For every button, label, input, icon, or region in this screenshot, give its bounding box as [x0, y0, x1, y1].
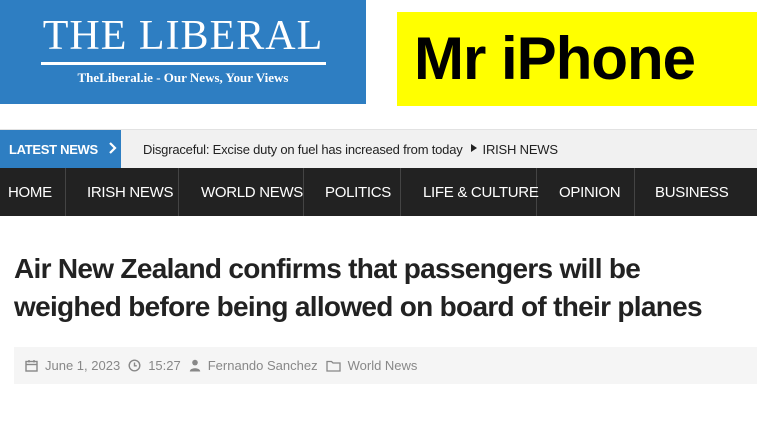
article-date[interactable]: June 1, 2023 [45, 358, 120, 373]
logo-title: THE LIBERAL [42, 13, 324, 59]
latest-news-label[interactable]: LATEST NEWS [0, 130, 121, 168]
folder-icon [325, 360, 341, 372]
nav-item-world-news[interactable]: WORLD NEWS [179, 168, 304, 216]
logo-tagline: TheLiberal.ie - Our News, Your Views [77, 70, 289, 85]
caret-right-icon [470, 144, 477, 154]
ad-text: Mr iPhone [414, 25, 696, 92]
chevron-right-icon [108, 141, 117, 157]
latest-news-label-text: LATEST NEWS [9, 141, 98, 157]
article-meta: June 1, 2023 15:27 Fernando Sanchez Worl… [14, 347, 757, 384]
nav-item-politics[interactable]: POLITICS [304, 168, 401, 216]
nav-item-home[interactable]: HOME [0, 168, 66, 216]
calendar-icon [25, 359, 38, 372]
article-category[interactable]: World News [348, 358, 418, 373]
site-logo[interactable]: THE LIBERAL TheLiberal.ie - Our News, Yo… [0, 0, 366, 104]
main-nav: HOME IRISH NEWS WORLD NEWS POLITICS LIFE… [0, 168, 757, 216]
article-time: 15:27 [148, 358, 181, 373]
logo-divider [40, 62, 326, 65]
nav-item-opinion[interactable]: OPINION [537, 168, 635, 216]
nav-item-irish-news[interactable]: IRISH NEWS [66, 168, 179, 216]
article-title: Air New Zealand confirms that passengers… [14, 253, 703, 322]
ad-banner[interactable]: Mr iPhone [397, 12, 757, 106]
user-icon [189, 359, 201, 372]
article-author[interactable]: Fernando Sanchez [208, 358, 318, 373]
ticker-category-link[interactable]: IRISH NEWS [483, 142, 558, 157]
ticker-headline-link[interactable]: Disgraceful: Excise duty on fuel has inc… [143, 142, 463, 157]
latest-news-ticker: LATEST NEWS Disgraceful: Excise duty on … [0, 129, 757, 168]
nav-item-business[interactable]: BUSINESS [635, 168, 757, 216]
nav-item-life-culture[interactable]: LIFE & CULTURE [401, 168, 539, 216]
clock-icon [128, 359, 141, 372]
